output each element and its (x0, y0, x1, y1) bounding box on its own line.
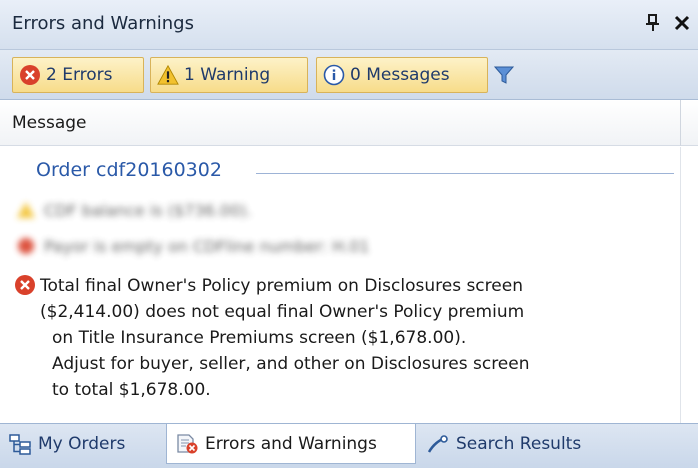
error-icon (15, 275, 35, 295)
messages-list: Order cdf20160302 CDF balance is ($736.0… (0, 147, 698, 423)
panel-title: Errors and Warnings (12, 13, 194, 34)
error-line: Total final Owner's Policy premium on Di… (40, 276, 523, 296)
column-divider (680, 100, 681, 146)
funnel-icon (493, 66, 515, 84)
error-line: ($2,414.00) does not equal final Owner's… (40, 302, 525, 322)
list-item-error[interactable]: Payor is empty on CDFline number: H.01 (16, 233, 369, 259)
close-icon (674, 15, 690, 31)
order-group-header[interactable]: Order cdf20160302 (36, 159, 222, 181)
message-column-label: Message (12, 113, 87, 133)
error-message-text: Payor is empty on CDFline number: H.01 (44, 236, 370, 256)
pin-icon (646, 14, 659, 31)
errors-filter-label: 2 Errors (46, 65, 113, 85)
tab-search-results[interactable]: Search Results (418, 424, 618, 464)
error-line: on Title Insurance Premiums screen ($1,6… (52, 328, 467, 348)
message-column-header[interactable]: Message (0, 100, 698, 146)
error-icon (20, 65, 40, 85)
column-grid-line (680, 147, 681, 423)
tab-my-orders-label: My Orders (38, 434, 126, 454)
error-icon (18, 238, 34, 254)
error-line: Adjust for buyer, seller, and other on D… (52, 354, 530, 374)
warning-message-text: CDF balance is ($736.00). (44, 200, 252, 220)
warning-icon (157, 64, 179, 85)
tab-errors-and-warnings[interactable]: Errors and Warnings (166, 424, 416, 464)
messages-filter-label: 0 Messages (350, 65, 450, 85)
close-button[interactable] (672, 12, 692, 34)
orders-tree-icon (9, 434, 31, 455)
tab-search-results-label: Search Results (456, 434, 582, 454)
bottom-tab-bar: My Orders Errors and Warnings Search Res… (0, 423, 698, 468)
pin-button[interactable] (644, 12, 662, 34)
messages-filter-button[interactable]: 0 Messages (316, 57, 488, 93)
filter-button[interactable] (492, 63, 516, 87)
panel-title-bar: Errors and Warnings (0, 0, 698, 50)
warning-icon (17, 202, 35, 218)
list-item-warning[interactable]: CDF balance is ($736.00). (16, 197, 251, 223)
search-results-icon (427, 435, 448, 453)
filter-toolbar: 2 Errors 1 Warning 0 Messages (0, 50, 698, 100)
tab-my-orders[interactable]: My Orders (0, 424, 164, 464)
tab-errors-and-warnings-label: Errors and Warnings (205, 433, 377, 454)
info-icon (323, 64, 345, 86)
warnings-filter-button[interactable]: 1 Warning (150, 57, 308, 93)
list-item-error-detail[interactable]: Total final Owner's Policy premium on Di… (40, 273, 670, 403)
errors-filter-button[interactable]: 2 Errors (12, 57, 144, 93)
error-line: to total $1,678.00. (52, 380, 211, 400)
document-error-icon (177, 433, 198, 453)
group-separator (256, 173, 674, 174)
warnings-filter-label: 1 Warning (184, 65, 271, 85)
errors-warnings-panel: Errors and Warnings 2 Errors 1 Warning 0… (0, 0, 698, 468)
